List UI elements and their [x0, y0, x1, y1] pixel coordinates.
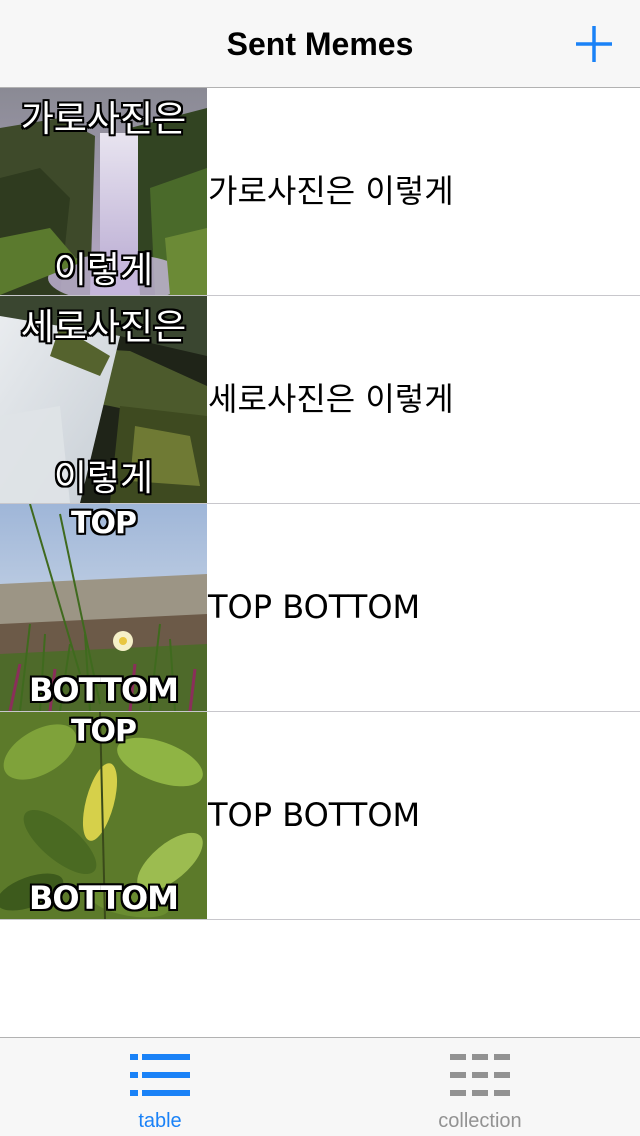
- table-row[interactable]: TOP BOTTOM TOP BOTTOM: [0, 712, 640, 920]
- meme-top-text: 세로사진은: [20, 307, 187, 348]
- meme-thumbnail: TOP BOTTOM: [0, 504, 207, 711]
- table-row[interactable]: 가로사진은 이렇게 가로사진은 이렇게: [0, 88, 640, 296]
- meme-bottom-text: BOTTOM: [28, 879, 179, 917]
- navigation-bar: Sent Memes: [0, 0, 640, 88]
- meme-thumbnail: 가로사진은 이렇게: [0, 88, 207, 295]
- tab-table[interactable]: table: [0, 1038, 320, 1136]
- meme-top-text: TOP: [71, 714, 137, 749]
- meme-label: 가로사진은 이렇게: [208, 172, 454, 210]
- meme-thumbnail: TOP BOTTOM: [0, 712, 207, 919]
- table-row[interactable]: TOP BOTTOM TOP BOTTOM: [0, 504, 640, 712]
- meme-bottom-text: BOTTOM: [28, 671, 179, 709]
- meme-label: 세로사진은 이렇게: [208, 380, 454, 418]
- sent-memes-table[interactable]: 가로사진은 이렇게 가로사진은 이렇게 세로사진은 이렇게 세로사진은 이렇게 …: [0, 88, 640, 920]
- page-title: Sent Memes: [226, 26, 414, 62]
- tab-label: table: [138, 1110, 182, 1132]
- meme-bottom-text: 이렇게: [53, 250, 154, 291]
- meme-bottom-text: 이렇게: [53, 458, 154, 499]
- meme-label: TOP BOTTOM: [208, 796, 421, 834]
- meme-top-text: 가로사진은: [20, 99, 187, 140]
- tab-bar: table collection: [0, 1037, 640, 1136]
- meme-top-text: TOP: [71, 506, 137, 541]
- plus-icon: [576, 26, 612, 62]
- table-row[interactable]: 세로사진은 이렇게 세로사진은 이렇게: [0, 296, 640, 504]
- add-meme-button[interactable]: [570, 20, 618, 68]
- list-icon: [130, 1054, 190, 1096]
- tab-label: collection: [438, 1110, 522, 1132]
- meme-label: TOP BOTTOM: [208, 588, 421, 626]
- tab-collection[interactable]: collection: [320, 1038, 640, 1136]
- meme-thumbnail: 세로사진은 이렇게: [0, 296, 207, 503]
- grid-icon: [450, 1054, 510, 1096]
